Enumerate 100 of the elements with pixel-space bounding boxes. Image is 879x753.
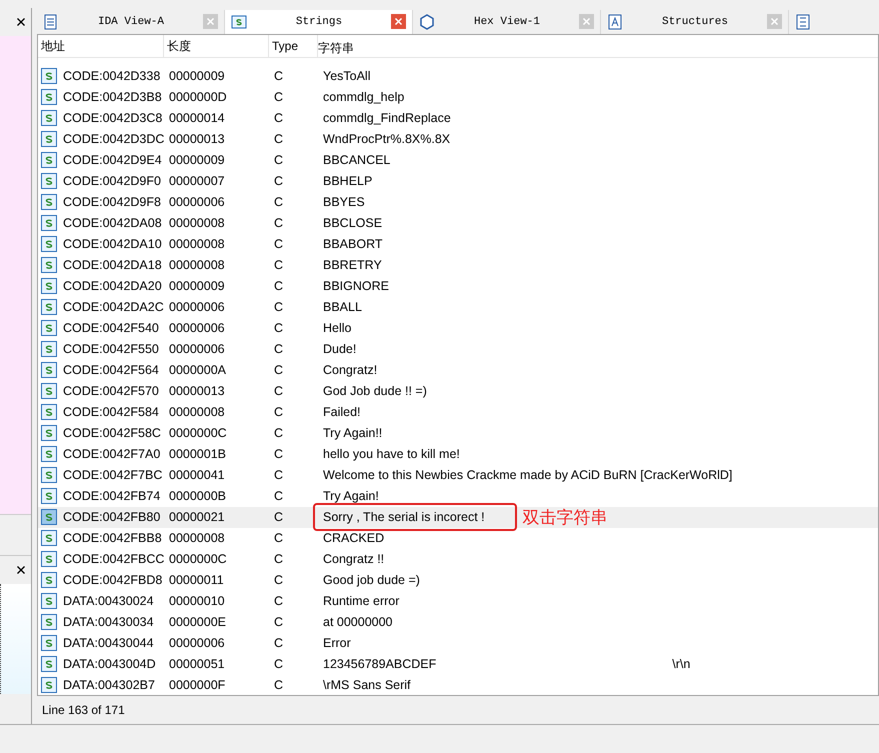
string-cell-text: BBIGNORE	[323, 278, 389, 296]
string-cell-text: hello you have to kill me!	[323, 446, 460, 464]
type-cell-text: C	[274, 363, 284, 378]
string-icon	[41, 488, 57, 504]
length-cell-text: 00000006	[169, 300, 226, 314]
status-text: Line 163 of 171	[41, 702, 126, 719]
type-cell-text: C	[274, 216, 284, 230]
column-header[interactable]: 长度	[164, 34, 269, 57]
length-cell-text: 00000007	[169, 174, 226, 188]
length-cell-text: 00000008	[169, 216, 226, 230]
type-cell-text: C	[274, 405, 284, 420]
address-cell-text: CODE:0042DA18	[63, 258, 163, 272]
type-cell-text: C	[274, 195, 284, 210]
tab[interactable]: Strings	[225, 10, 413, 34]
address-cell-text: CODE:0042FB74	[63, 489, 162, 504]
length-cell-text: 0000000F	[169, 678, 226, 692]
string-cell-text: Try Again!!	[323, 425, 382, 442]
tab-close-icon[interactable]	[391, 14, 406, 30]
address-cell-text: CODE:0042F570	[63, 384, 160, 398]
length-cell-text: 0000000C	[169, 552, 228, 566]
column-header[interactable]: Type	[269, 34, 318, 57]
type-cell-text: C	[274, 384, 284, 398]
string-icon	[41, 425, 57, 442]
string-cell-text: Congratz!	[323, 362, 378, 380]
string-icon	[41, 656, 57, 672]
length-cell-text: 00000010	[169, 594, 226, 608]
string-cell-text: BBABORT	[323, 236, 383, 254]
string-cell-text: Dude!	[323, 341, 356, 358]
string-icon	[41, 236, 57, 252]
length-cell-text: 0000000B	[169, 489, 228, 504]
string-cell-text: Good job dude =)	[323, 572, 420, 590]
string-cell-text: WndProcPtr%.8X%.8X	[323, 131, 450, 148]
address-cell-text: DATA:00430034	[63, 615, 155, 630]
structure-icon	[607, 14, 623, 30]
type-cell-text: C	[274, 132, 284, 146]
close-icon[interactable]	[16, 564, 26, 575]
address-cell-text: CODE:0042F7BC	[63, 468, 164, 482]
string-cell-text: BBCLOSE	[323, 215, 382, 232]
string-icon	[41, 194, 57, 210]
address-cell-text: CODE:0042DA20	[63, 279, 163, 294]
string-cell-text: BBRETRY	[323, 257, 382, 274]
address-cell-text: DATA:004302B7	[63, 678, 156, 692]
string-cell-text: CRACKED	[323, 530, 384, 548]
string-icon	[41, 362, 57, 378]
length-cell-text: 00000013	[169, 132, 226, 146]
list-icon[interactable]	[795, 14, 811, 30]
column-header[interactable]: 字符串	[318, 34, 518, 57]
address-cell-text: CODE:0042D9F0	[63, 174, 162, 188]
string-cell-text: Hello	[323, 320, 352, 338]
length-cell-text: 00000011	[169, 573, 225, 588]
type-cell-text: C	[274, 468, 284, 482]
type-cell-text: C	[274, 258, 284, 272]
string-cell-text: God Job dude !! =)	[323, 383, 427, 400]
string-cell-text: \rMS Sans Serif	[323, 677, 411, 694]
type-cell-text: C	[274, 510, 284, 524]
address-cell-text: CODE:0042F540	[63, 321, 160, 336]
length-cell-text: 00000009	[169, 69, 226, 84]
string-icon	[41, 572, 57, 588]
string-cell-text: BBYES	[323, 194, 365, 212]
type-cell-text: C	[274, 615, 284, 630]
annotation-text: 双击字符串	[522, 506, 608, 529]
string-icon	[41, 299, 57, 316]
string-cell-text: Error	[323, 635, 351, 652]
length-cell-text: 00000014	[169, 111, 226, 126]
address-cell-text: CODE:0042DA10	[63, 237, 163, 252]
string-cell-text: commdlg_help	[323, 89, 404, 106]
type-cell-text: C	[274, 447, 284, 462]
address-cell-text: CODE:0042FB80	[63, 510, 162, 524]
type-cell-text: C	[274, 531, 284, 546]
string-icon	[41, 593, 57, 610]
address-cell-text: CODE:0042FBCC	[63, 552, 166, 566]
string-cell-text: BBCANCEL	[323, 152, 390, 170]
string-icon	[41, 530, 57, 546]
string-icon	[41, 404, 57, 420]
string-cell-text: Welcome to this Newbies Crackme made by ACiD BuRN [CracKerWoRlD]	[323, 467, 732, 484]
hexagon-icon	[419, 14, 435, 30]
string-icon	[41, 110, 57, 126]
type-cell-text: C	[274, 636, 284, 650]
length-cell-text: 0000000C	[169, 426, 228, 440]
close-icon[interactable]	[16, 16, 26, 27]
type-cell-text: C	[274, 153, 284, 168]
length-cell-text: 00000008	[169, 531, 226, 546]
length-cell-text: 00000021	[169, 510, 226, 524]
length-cell-text: 00000009	[169, 153, 226, 168]
type-cell-text: C	[274, 657, 284, 672]
string-cell-text: BBHELP	[323, 173, 372, 190]
type-cell-text: C	[274, 90, 284, 104]
address-cell-text: CODE:0042D9E4	[63, 153, 163, 168]
string-cell-text: BBALL	[323, 299, 362, 316]
length-cell-text: 00000041	[169, 468, 226, 482]
column-header[interactable]: 地址	[38, 34, 164, 57]
address-cell-text: CODE:0042D3DC	[63, 132, 166, 146]
type-cell-text: C	[274, 321, 284, 336]
string-icon	[41, 278, 57, 294]
type-cell-text: C	[274, 69, 284, 84]
address-cell-text: CODE:0042F550	[63, 342, 160, 356]
string-icon	[41, 215, 57, 232]
string-icon	[41, 614, 57, 630]
type-cell-text: C	[274, 594, 284, 608]
string-icon	[41, 467, 57, 484]
